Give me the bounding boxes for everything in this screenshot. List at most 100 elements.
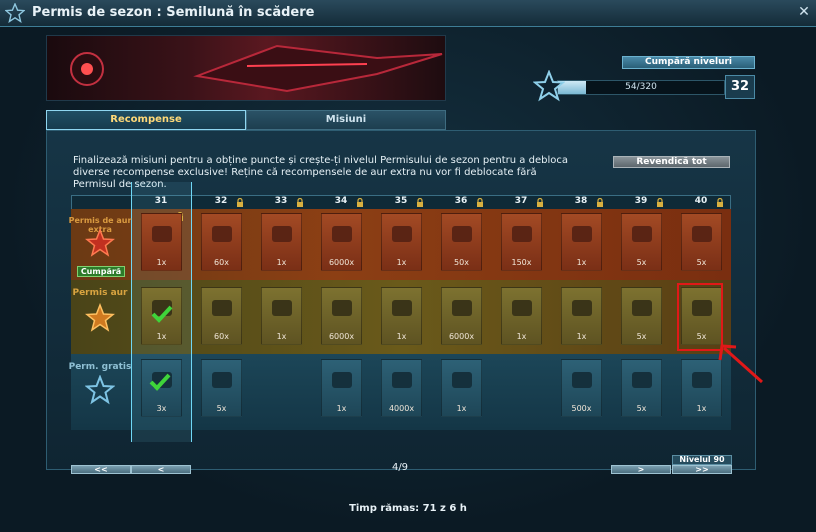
reward-card[interactable]: 5x bbox=[201, 359, 242, 417]
spaceship-image bbox=[70, 44, 443, 93]
reward-quantity: 1x bbox=[156, 332, 167, 341]
first-page-button[interactable]: << bbox=[71, 465, 131, 474]
lock-icon bbox=[417, 198, 423, 207]
lock-icon bbox=[597, 198, 603, 207]
reward-quantity: 150x bbox=[511, 258, 532, 267]
claim-all-button[interactable]: Revendică tot bbox=[613, 156, 730, 168]
reward-item-icon bbox=[572, 300, 592, 316]
reward-item-icon bbox=[332, 372, 352, 388]
reward-quantity: 1x bbox=[276, 258, 287, 267]
next-page-button[interactable]: > bbox=[611, 465, 671, 474]
reward-card[interactable]: 5x bbox=[621, 287, 662, 345]
reward-card[interactable]: 1x bbox=[501, 287, 542, 345]
reward-card[interactable]: 50x bbox=[441, 213, 482, 271]
reward-quantity: 1x bbox=[336, 404, 347, 413]
reward-item-icon bbox=[392, 372, 412, 388]
reward-quantity: 1x bbox=[696, 404, 707, 413]
reward-card[interactable]: 1x bbox=[561, 287, 602, 345]
reward-card[interactable]: 1x bbox=[261, 213, 302, 271]
reward-item-icon bbox=[632, 300, 652, 316]
reward-item-icon bbox=[572, 372, 592, 388]
reward-card[interactable]: 500x bbox=[561, 359, 602, 417]
reward-item-icon bbox=[692, 226, 712, 242]
reward-quantity: 1x bbox=[396, 258, 407, 267]
reward-item-icon bbox=[392, 226, 412, 242]
reward-quantity: 6000x bbox=[448, 332, 475, 341]
reward-item-icon bbox=[152, 226, 172, 242]
close-icon[interactable]: ✕ bbox=[796, 4, 812, 20]
reward-quantity: 60x bbox=[214, 332, 229, 341]
current-level: 32 bbox=[725, 75, 755, 99]
lock-icon bbox=[717, 198, 723, 207]
reward-card[interactable]: 1x bbox=[561, 213, 602, 271]
lock-icon bbox=[297, 198, 303, 207]
season-banner bbox=[46, 35, 446, 101]
reward-item-icon bbox=[272, 300, 292, 316]
reward-item-icon bbox=[452, 372, 472, 388]
reward-item-icon bbox=[512, 300, 532, 316]
level-column-header: 31 bbox=[154, 196, 168, 206]
arrow-icon bbox=[718, 344, 764, 384]
level-star-icon bbox=[533, 70, 565, 102]
reward-item-icon bbox=[392, 300, 412, 316]
reward-item-icon bbox=[212, 372, 232, 388]
reward-quantity: 500x bbox=[571, 404, 592, 413]
window-title: Permis de sezon : Semilună în scădere bbox=[32, 5, 315, 20]
checkmark-icon bbox=[151, 305, 173, 323]
reward-quantity: 5x bbox=[696, 258, 707, 267]
xp-progress-bar: 54/320 bbox=[557, 80, 725, 95]
reward-quantity: 5x bbox=[636, 332, 647, 341]
reward-quantity: 3x bbox=[156, 404, 167, 413]
reward-card[interactable]: 1x bbox=[381, 287, 422, 345]
previous-page-button[interactable]: < bbox=[131, 465, 191, 474]
reward-quantity: 1x bbox=[156, 258, 167, 267]
reward-quantity: 1x bbox=[576, 258, 587, 267]
reward-item-icon bbox=[452, 300, 472, 316]
reward-card[interactable]: 4000x bbox=[381, 359, 422, 417]
star-icon bbox=[5, 3, 25, 23]
reward-item-icon bbox=[512, 226, 532, 242]
reward-quantity: 5x bbox=[636, 258, 647, 267]
title-bar: Permis de sezon : Semilună în scădere ✕ bbox=[0, 0, 816, 27]
star-icon bbox=[85, 375, 115, 405]
reward-quantity: 1x bbox=[456, 404, 467, 413]
reward-item-icon bbox=[632, 372, 652, 388]
reward-item-icon bbox=[212, 226, 232, 242]
reward-card[interactable]: 60x bbox=[201, 287, 242, 345]
lock-icon bbox=[237, 198, 243, 207]
reward-card[interactable]: 6000x bbox=[321, 213, 362, 271]
reward-quantity: 6000x bbox=[328, 258, 355, 267]
tab-missions[interactable]: Misiuni bbox=[246, 110, 446, 130]
reward-card[interactable]: 60x bbox=[201, 213, 242, 271]
reward-card[interactable]: 5x bbox=[621, 213, 662, 271]
reward-quantity: 1x bbox=[396, 332, 407, 341]
reward-card[interactable]: 1x bbox=[321, 359, 362, 417]
buy-gold-pass-button[interactable]: Cumpără bbox=[77, 266, 125, 277]
last-page-button[interactable]: >> bbox=[672, 465, 732, 474]
tier-label-gold: Permis aur bbox=[72, 288, 128, 298]
reward-item-icon bbox=[212, 300, 232, 316]
page-indicator: 4/9 bbox=[391, 462, 409, 473]
reward-card[interactable]: 6000x bbox=[321, 287, 362, 345]
reward-card[interactable]: 1x bbox=[381, 213, 422, 271]
reward-quantity: 5x bbox=[216, 404, 227, 413]
reward-card[interactable]: 6000x bbox=[441, 287, 482, 345]
tab-rewards[interactable]: Recompense bbox=[46, 110, 246, 130]
checkmark-icon bbox=[149, 373, 171, 391]
reward-card[interactable]: 150x bbox=[501, 213, 542, 271]
reward-quantity: 1x bbox=[516, 332, 527, 341]
lock-icon bbox=[657, 198, 663, 207]
reward-card[interactable]: 1x bbox=[261, 287, 302, 345]
reward-item-icon bbox=[332, 300, 352, 316]
reward-item-icon bbox=[572, 226, 592, 242]
reward-card[interactable]: 1x bbox=[141, 213, 182, 271]
star-icon bbox=[85, 228, 115, 257]
buy-levels-button[interactable]: Cumpără niveluri bbox=[622, 56, 755, 69]
tier-label-free: Perm. gratis bbox=[68, 362, 132, 372]
reward-quantity: 1x bbox=[276, 332, 287, 341]
reward-card[interactable]: 1x bbox=[441, 359, 482, 417]
reward-card[interactable]: 5x bbox=[621, 359, 662, 417]
time-remaining: Timp rămas: 71 z 6 h bbox=[349, 503, 467, 514]
reward-card[interactable]: 5x bbox=[681, 213, 722, 271]
level-tag: Nivelul 90 bbox=[672, 455, 732, 465]
